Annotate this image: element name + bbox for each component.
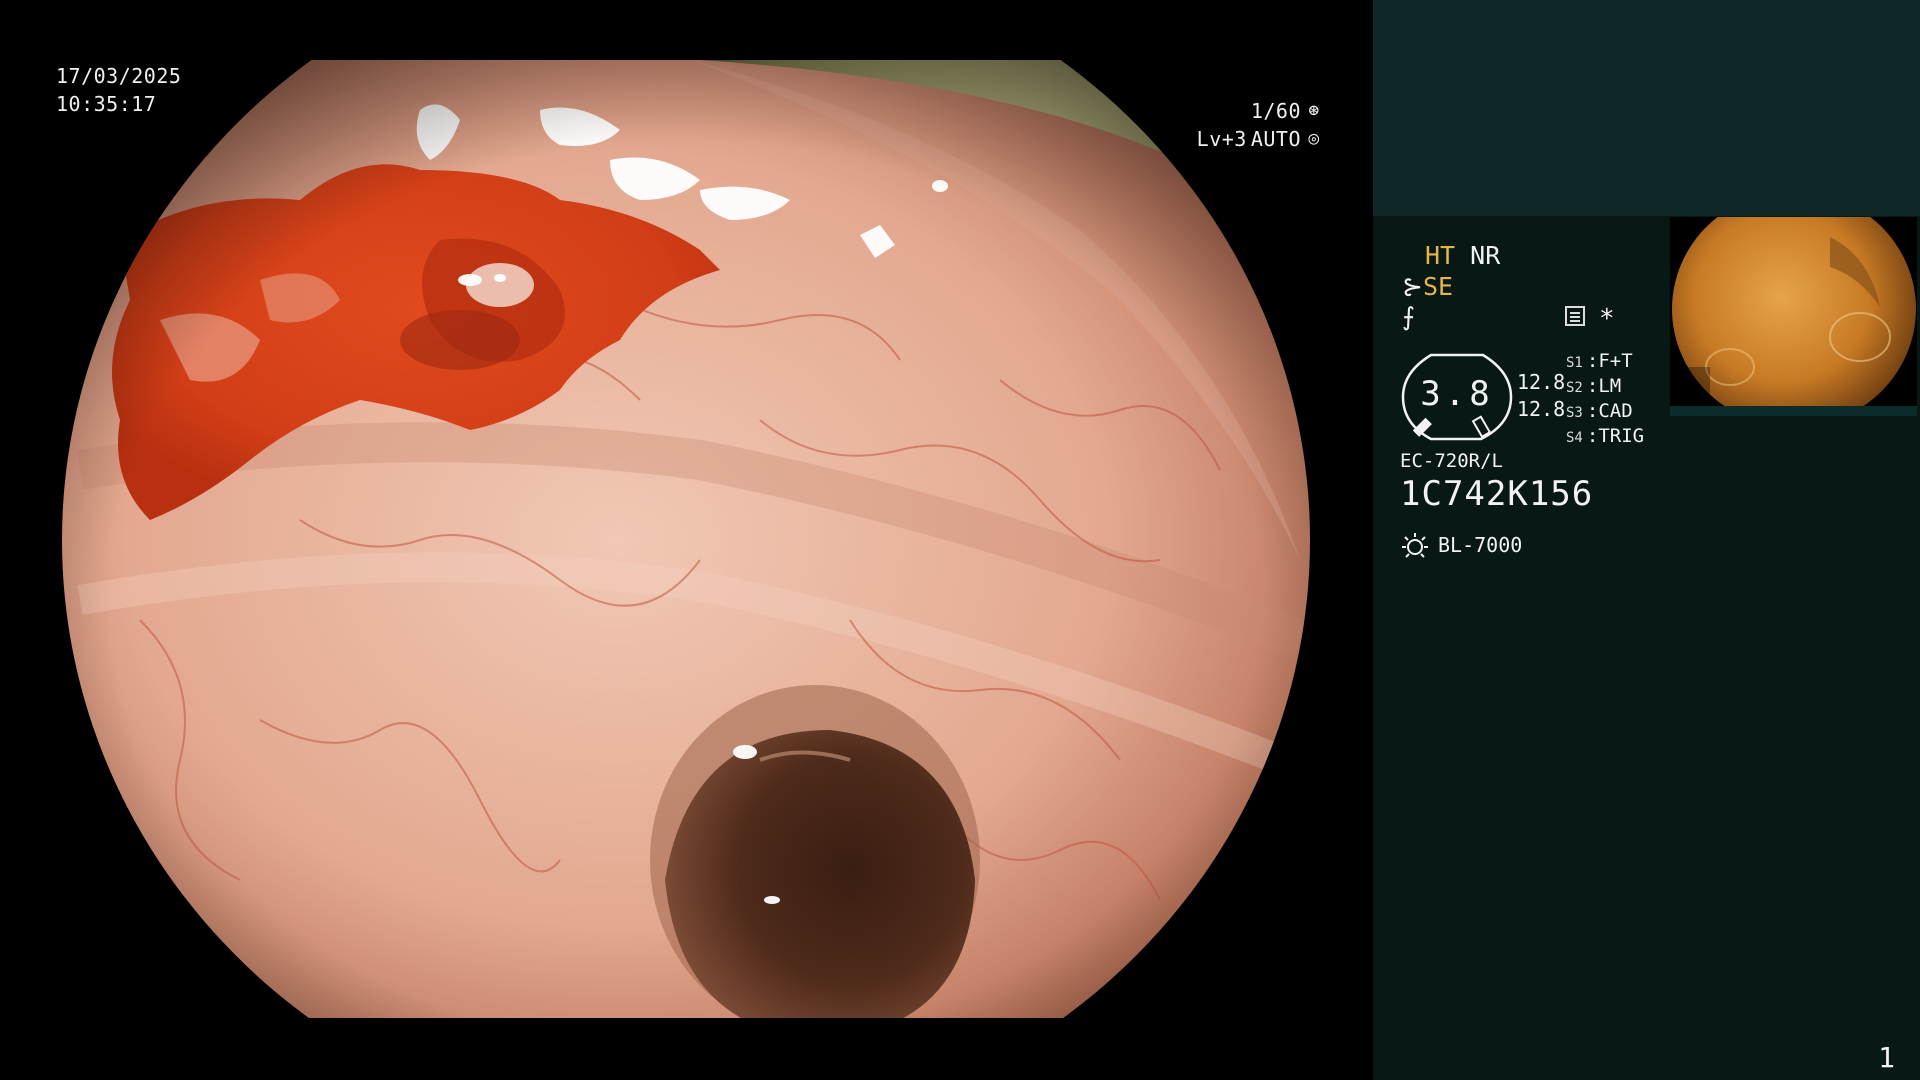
switch-key: S1 bbox=[1566, 355, 1583, 371]
image-mode-row: HT NR bbox=[1425, 241, 1500, 270]
info-panel: HT NR ⊱SE ⨍ * 3.8 12.8 12.8 S1:F+T S2:LM… bbox=[1373, 0, 1920, 1080]
scope-model: EC-720R/L bbox=[1400, 450, 1503, 472]
switch-key: S4 bbox=[1566, 430, 1583, 446]
se-label: SE bbox=[1422, 272, 1454, 301]
structure-enhance-row: ⊱SE bbox=[1402, 272, 1453, 301]
switch-value: LM bbox=[1598, 375, 1622, 397]
freeze-icon: ⨍ bbox=[1402, 302, 1416, 331]
previous-image-thumbnail[interactable] bbox=[1670, 217, 1917, 414]
settings-panel-icon bbox=[1565, 306, 1585, 326]
switch-value: F+T bbox=[1598, 350, 1633, 372]
exposure-mode-text: AUTO bbox=[1250, 127, 1301, 151]
mode-ht: HT bbox=[1425, 241, 1456, 270]
datetime-overlay: 17/03/2025 10:35:17 bbox=[56, 62, 181, 118]
exposure-overlay: 1/60 ⊛ Lv+3 AUTO ◎ bbox=[1197, 97, 1323, 153]
structure-enhance-icon: ⊱ bbox=[1402, 272, 1423, 301]
light-level-text: Lv+3 bbox=[1196, 127, 1247, 151]
page-number: 1 bbox=[1878, 1041, 1895, 1074]
switch-row-s2: S2:LM bbox=[1566, 375, 1622, 397]
time-text: 10:35:17 bbox=[56, 92, 157, 116]
switch-key: S2 bbox=[1566, 380, 1583, 396]
iris-icon: ◎ bbox=[1308, 128, 1320, 149]
gauge-reading-1: 12.8 bbox=[1517, 370, 1566, 394]
endoscope-viewport: 17/03/2025 10:35:17 1/60 ⊛ Lv+3 AUTO ◎ bbox=[0, 0, 1373, 1080]
gauge-reading-2: 12.8 bbox=[1517, 397, 1566, 421]
light-source-model: BL-7000 bbox=[1438, 533, 1523, 557]
date-text: 17/03/2025 bbox=[56, 64, 182, 88]
freeze-row: ⨍ bbox=[1402, 302, 1415, 331]
switch-row-s4: S4:TRIG bbox=[1566, 425, 1645, 447]
switch-row-s1: S1:F+T bbox=[1566, 350, 1633, 372]
switch-value: TRIG bbox=[1598, 425, 1645, 447]
zoom-value: 3.8 bbox=[1420, 374, 1494, 414]
switch-value: CAD bbox=[1598, 400, 1633, 422]
thumbnail-image bbox=[1670, 217, 1917, 414]
aperture-icon: ⊛ bbox=[1308, 100, 1320, 121]
asterisk-icon: * bbox=[1599, 304, 1615, 334]
switch-key: S3 bbox=[1566, 405, 1583, 421]
switch-row-s3: S3:CAD bbox=[1566, 400, 1633, 422]
thumbnail-caption-bar bbox=[1670, 406, 1917, 416]
shutter-speed-text: 1/60 bbox=[1250, 99, 1301, 123]
light-source-icon bbox=[1402, 533, 1428, 558]
endoscopy-image bbox=[62, 60, 1310, 1018]
scope-serial: 1C742K156 bbox=[1400, 474, 1594, 514]
panel-header-area bbox=[1373, 0, 1920, 216]
mode-nr: NR bbox=[1470, 241, 1501, 270]
